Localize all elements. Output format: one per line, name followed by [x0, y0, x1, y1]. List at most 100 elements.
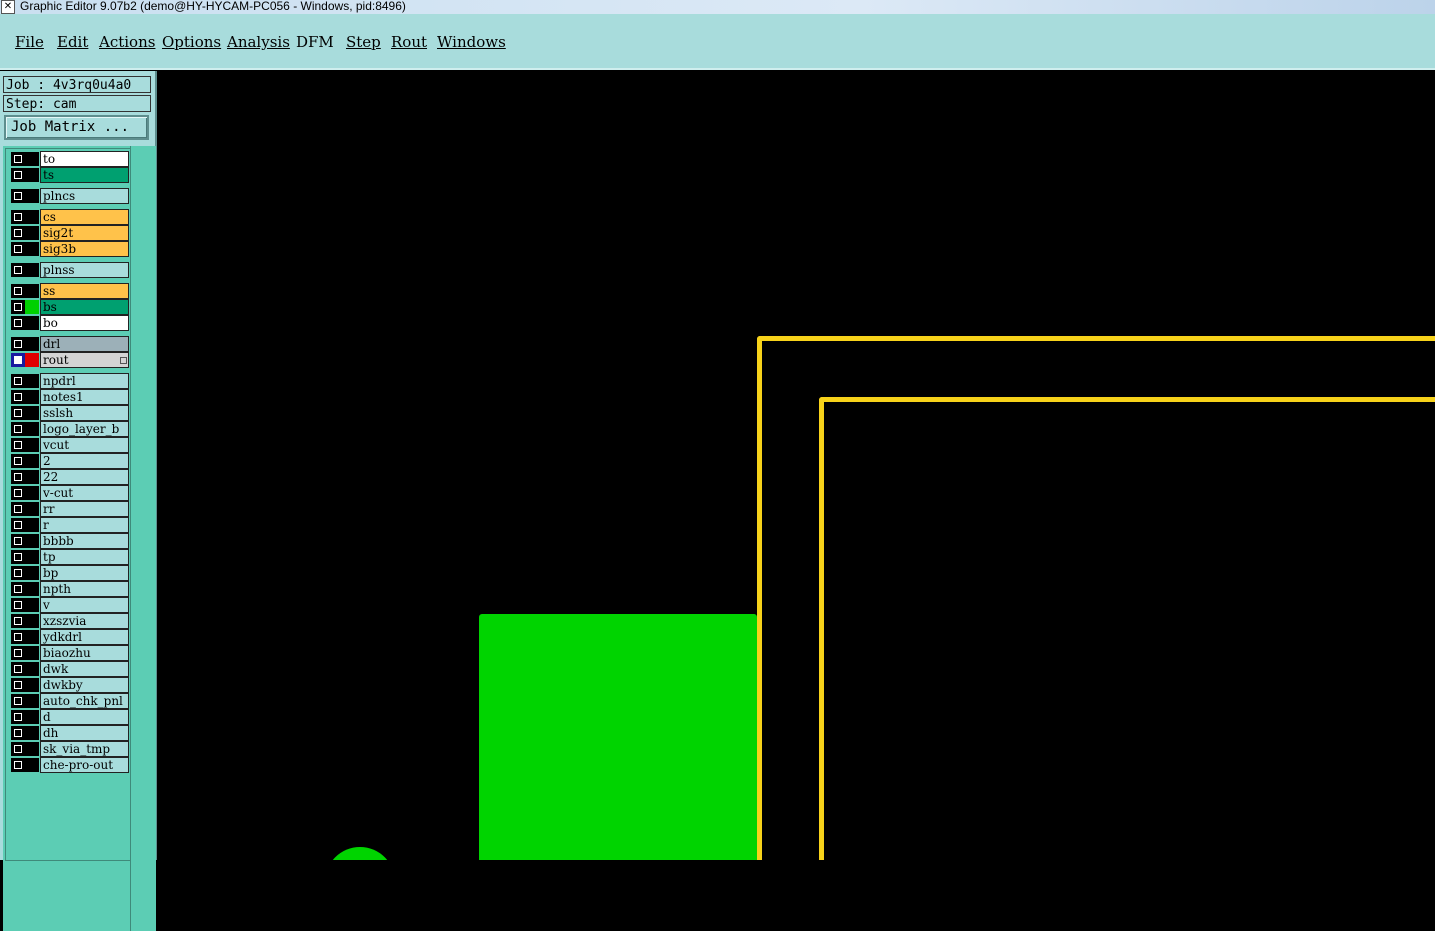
layer-display-swatch[interactable]	[25, 518, 39, 532]
layer-affected-checkbox[interactable]	[11, 710, 25, 724]
layer-display-swatch[interactable]	[25, 300, 39, 314]
layer-display-swatch[interactable]	[25, 168, 39, 182]
layer-affected-checkbox[interactable]	[11, 518, 25, 532]
layer-display-swatch[interactable]	[25, 316, 39, 330]
menu-rout[interactable]: Rout	[391, 33, 427, 51]
layer-affected-checkbox[interactable]	[11, 210, 25, 224]
layer-name[interactable]: tp	[40, 549, 129, 565]
layer-affected-checkbox[interactable]	[11, 742, 25, 756]
layer-name[interactable]: biaozhu	[40, 645, 129, 661]
layer-display-swatch[interactable]	[25, 742, 39, 756]
layer-affected-checkbox[interactable]	[11, 630, 25, 644]
layer-name[interactable]: v-cut	[40, 485, 129, 501]
layer-affected-checkbox[interactable]	[11, 242, 25, 256]
layer-affected-checkbox[interactable]	[11, 226, 25, 240]
layer-scrollbar[interactable]	[130, 146, 156, 931]
layer-display-swatch[interactable]	[25, 486, 39, 500]
layer-display-swatch[interactable]	[25, 242, 39, 256]
layer-row[interactable]: plncs	[9, 188, 129, 204]
layer-display-swatch[interactable]	[25, 566, 39, 580]
layer-display-swatch[interactable]	[25, 582, 39, 596]
layer-name[interactable]: 2	[40, 453, 129, 469]
layer-row[interactable]: vcut	[9, 437, 129, 453]
layer-name[interactable]: vcut	[40, 437, 129, 453]
layer-display-swatch[interactable]	[25, 614, 39, 628]
menu-edit[interactable]: Edit	[57, 33, 88, 51]
layer-display-swatch[interactable]	[25, 353, 39, 367]
layer-display-swatch[interactable]	[25, 374, 39, 388]
layer-name[interactable]: bbbb	[40, 533, 129, 549]
layer-name[interactable]: bs	[40, 299, 129, 315]
layer-name[interactable]: bo	[40, 315, 129, 331]
layer-affected-checkbox[interactable]	[11, 422, 25, 436]
layer-affected-checkbox[interactable]	[11, 694, 25, 708]
layer-row[interactable]: r	[9, 517, 129, 533]
layer-affected-checkbox[interactable]	[11, 454, 25, 468]
layer-name[interactable]: plncs	[40, 188, 129, 204]
layer-row[interactable]: bp	[9, 565, 129, 581]
layer-name[interactable]: ydkdrl	[40, 629, 129, 645]
layer-affected-checkbox[interactable]	[11, 152, 25, 166]
layer-row[interactable]: bo	[9, 315, 129, 331]
layer-display-swatch[interactable]	[25, 284, 39, 298]
layer-row[interactable]: biaozhu	[9, 645, 129, 661]
layer-row[interactable]: tp	[9, 549, 129, 565]
layer-name[interactable]: r	[40, 517, 129, 533]
menu-windows[interactable]: Windows	[437, 33, 506, 51]
layer-name[interactable]: rr	[40, 501, 129, 517]
layer-affected-checkbox[interactable]	[11, 726, 25, 740]
layer-display-swatch[interactable]	[25, 710, 39, 724]
layer-name[interactable]: 22	[40, 469, 129, 485]
layer-affected-checkbox[interactable]	[11, 406, 25, 420]
layer-display-swatch[interactable]	[25, 390, 39, 404]
layer-display-swatch[interactable]	[25, 598, 39, 612]
layer-name[interactable]: dwkby	[40, 677, 129, 693]
menu-dfm[interactable]: DFM	[296, 33, 334, 51]
layer-name[interactable]: ts	[40, 167, 129, 183]
layer-affected-checkbox[interactable]	[11, 263, 25, 277]
layer-row[interactable]: 2	[9, 453, 129, 469]
layer-affected-checkbox[interactable]	[11, 316, 25, 330]
layer-name[interactable]: logo_layer_b	[40, 421, 129, 437]
layer-row[interactable]: notes1	[9, 389, 129, 405]
layer-display-swatch[interactable]	[25, 406, 39, 420]
layer-row[interactable]: sk_via_tmp	[9, 741, 129, 757]
layer-name[interactable]: notes1	[40, 389, 129, 405]
layer-name[interactable]: sk_via_tmp	[40, 741, 129, 757]
layer-affected-checkbox[interactable]	[11, 758, 25, 772]
layer-affected-checkbox[interactable]	[11, 486, 25, 500]
layer-display-swatch[interactable]	[25, 694, 39, 708]
layer-row[interactable]: sslsh	[9, 405, 129, 421]
layer-display-swatch[interactable]	[25, 189, 39, 203]
layer-row[interactable]: rr	[9, 501, 129, 517]
layer-display-swatch[interactable]	[25, 534, 39, 548]
layer-display-swatch[interactable]	[25, 454, 39, 468]
layer-display-swatch[interactable]	[25, 263, 39, 277]
layer-affected-checkbox[interactable]	[11, 566, 25, 580]
layer-display-swatch[interactable]	[25, 210, 39, 224]
layer-affected-checkbox[interactable]	[11, 300, 25, 314]
layer-name[interactable]: drl	[40, 336, 129, 352]
layer-affected-checkbox[interactable]	[11, 678, 25, 692]
layer-display-swatch[interactable]	[25, 630, 39, 644]
layer-name[interactable]: v	[40, 597, 129, 613]
layer-row[interactable]: che-pro-out	[9, 757, 129, 773]
layer-display-swatch[interactable]	[25, 422, 39, 436]
layer-affected-checkbox[interactable]	[11, 534, 25, 548]
layer-name[interactable]: rout	[40, 352, 129, 368]
layer-row[interactable]: logo_layer_b	[9, 421, 129, 437]
layer-row[interactable]: ss	[9, 283, 129, 299]
layer-affected-checkbox[interactable]	[11, 337, 25, 351]
menu-actions[interactable]: Actions	[99, 33, 155, 51]
layer-row[interactable]: to	[9, 151, 129, 167]
layer-affected-checkbox[interactable]	[11, 470, 25, 484]
menu-step[interactable]: Step	[346, 33, 381, 51]
layer-row[interactable]: ts	[9, 167, 129, 183]
layer-affected-checkbox[interactable]	[11, 662, 25, 676]
layer-display-swatch[interactable]	[25, 646, 39, 660]
layer-row[interactable]: 22	[9, 469, 129, 485]
layer-name[interactable]: auto_chk_pnl	[40, 693, 129, 709]
layer-display-swatch[interactable]	[25, 226, 39, 240]
layer-display-swatch[interactable]	[25, 337, 39, 351]
layer-affected-checkbox[interactable]	[11, 284, 25, 298]
